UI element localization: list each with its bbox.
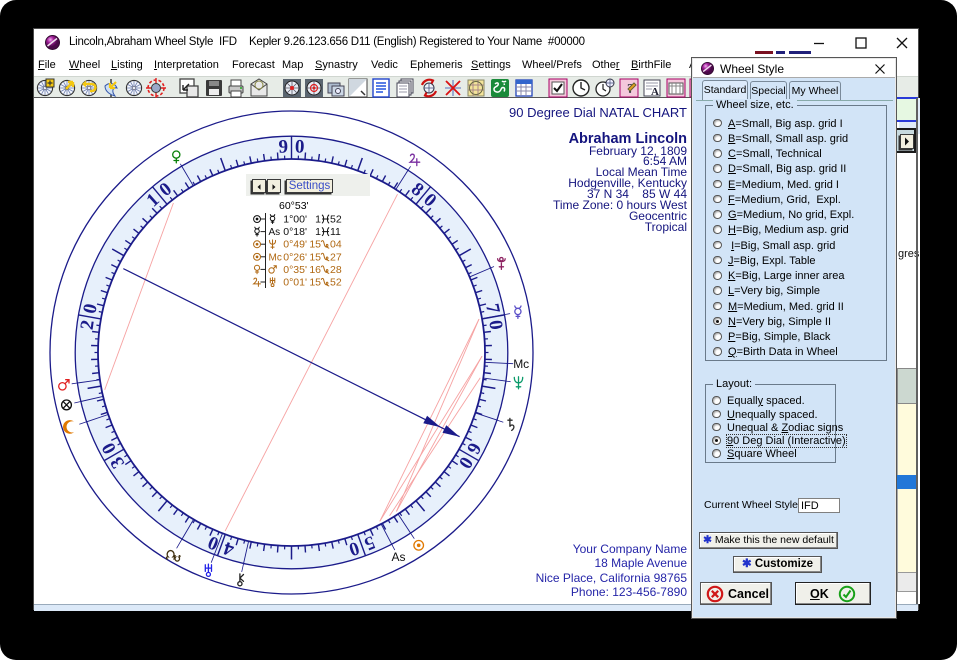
- svg-text:1°00': 1°00': [283, 214, 307, 226]
- svg-text:15: 15: [309, 251, 321, 263]
- svg-text:0°01': 0°01': [283, 277, 307, 289]
- svg-text:0°26': 0°26': [283, 251, 307, 263]
- svg-text:27: 27: [330, 251, 342, 263]
- svg-text:9: 9: [278, 136, 288, 157]
- svg-text:As: As: [269, 227, 281, 238]
- svg-text:52: 52: [330, 277, 342, 289]
- svg-text:1: 1: [315, 226, 321, 238]
- svg-text:0: 0: [295, 136, 305, 157]
- svg-text:15: 15: [309, 277, 321, 289]
- svg-text:Mc: Mc: [513, 357, 529, 371]
- svg-text:1: 1: [315, 214, 321, 226]
- svg-text:28: 28: [330, 264, 342, 276]
- svg-text:52: 52: [330, 214, 342, 226]
- svg-text:A: A: [651, 86, 659, 98]
- svg-text:Mc: Mc: [269, 252, 282, 263]
- svg-text:0°35': 0°35': [283, 264, 307, 276]
- svg-text:0°49': 0°49': [283, 239, 307, 251]
- svg-text:11: 11: [330, 226, 341, 238]
- svg-text:15: 15: [309, 239, 321, 251]
- svg-text:04: 04: [330, 239, 342, 251]
- svg-text:16: 16: [309, 264, 321, 276]
- svg-text:0°18': 0°18': [283, 226, 307, 238]
